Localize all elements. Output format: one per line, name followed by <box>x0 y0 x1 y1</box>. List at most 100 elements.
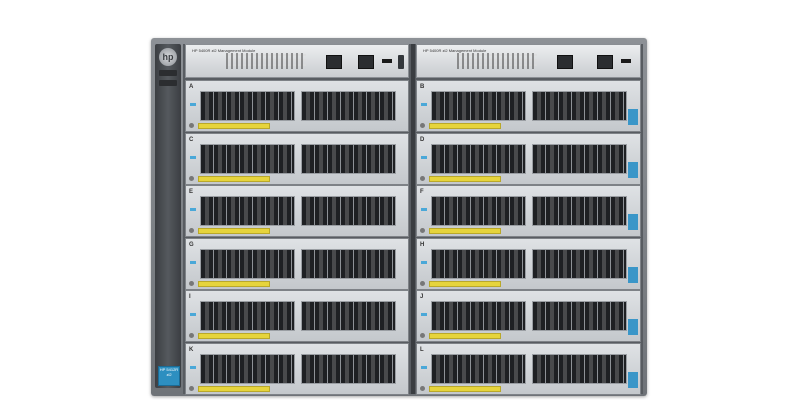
console-port[interactable] <box>358 55 374 69</box>
module-status-led-icon <box>421 365 427 369</box>
rj45-port-block[interactable] <box>301 143 396 174</box>
module-latch-icon[interactable] <box>420 175 425 181</box>
status-led-panel <box>226 53 306 69</box>
poe-tag-icon <box>628 319 638 335</box>
rj45-port-block[interactable] <box>532 248 627 279</box>
console-port[interactable] <box>597 55 613 69</box>
rj45-port-block[interactable] <box>431 353 526 384</box>
line-module: L <box>416 342 641 395</box>
module-status-led-icon <box>421 313 427 316</box>
module-label-strip <box>198 385 270 392</box>
module-label-strip <box>198 228 270 234</box>
module-latch-icon[interactable] <box>420 123 425 128</box>
module-label-strip <box>429 385 501 392</box>
slot-letter: F <box>420 189 424 195</box>
slot-letter: H <box>420 241 425 248</box>
rj45-port-block[interactable] <box>431 196 526 226</box>
slot-letter: I <box>189 294 191 300</box>
line-module: B <box>416 80 641 132</box>
rj45-port-block[interactable] <box>431 143 526 174</box>
module-latch-icon[interactable] <box>189 333 194 338</box>
rj45-port-block[interactable] <box>431 301 526 331</box>
module-label-strip <box>429 280 501 287</box>
module-latch-icon[interactable] <box>420 333 425 338</box>
slot-letter: A <box>189 84 194 90</box>
poe-tag-icon <box>628 371 638 388</box>
poe-tag-icon <box>628 214 638 230</box>
module-latch-icon[interactable] <box>189 175 194 181</box>
module-status-led-icon <box>190 155 196 159</box>
management-module-right: HP 5400R zl2 Management Module <box>416 44 641 78</box>
module-status-led-icon <box>421 155 427 159</box>
poe-tag-icon <box>628 109 638 125</box>
hp-logo: hp <box>159 48 177 66</box>
rj45-port-block[interactable] <box>301 91 396 121</box>
module-latch-icon[interactable] <box>420 385 425 391</box>
status-led-panel <box>457 53 537 69</box>
slot-letter: C <box>189 136 194 143</box>
rj45-port-block[interactable] <box>200 301 295 331</box>
rj45-port-block[interactable] <box>301 301 396 331</box>
module-status-led-icon <box>190 313 196 316</box>
rj45-port-block[interactable] <box>431 248 526 279</box>
module-label-strip <box>429 123 501 129</box>
rj45-port-block[interactable] <box>301 248 396 279</box>
rj45-port-block[interactable] <box>200 353 295 384</box>
module-latch-icon[interactable] <box>420 280 425 286</box>
module-label-strip <box>429 175 501 182</box>
module-label-strip <box>198 333 270 339</box>
rj45-port-block[interactable] <box>200 143 295 174</box>
module-latch-icon[interactable] <box>189 123 194 128</box>
management-port[interactable] <box>326 55 342 69</box>
slot-letter: L <box>420 346 424 353</box>
module-status-led-icon <box>190 260 196 264</box>
poe-tag-icon <box>628 266 638 283</box>
usb-port[interactable] <box>621 59 631 63</box>
rj45-port-block[interactable] <box>200 91 295 121</box>
line-module: A <box>185 80 409 132</box>
line-module: J <box>416 290 641 342</box>
module-status-led-icon <box>190 208 196 211</box>
slot-letter: D <box>420 136 425 143</box>
module-status-led-icon <box>421 208 427 211</box>
slot-letter: E <box>189 189 194 195</box>
module-label-strip <box>198 280 270 287</box>
module-latch-icon[interactable] <box>189 228 194 233</box>
module-latch-icon[interactable] <box>189 385 194 391</box>
chassis-side-rail <box>155 44 181 388</box>
reset-button[interactable] <box>398 55 404 69</box>
rj45-port-block[interactable] <box>200 248 295 279</box>
module-status-led-icon <box>190 103 196 106</box>
rj45-port-block[interactable] <box>532 143 627 174</box>
slot-letter: B <box>420 84 425 90</box>
module-latch-icon[interactable] <box>420 228 425 233</box>
rj45-port-block[interactable] <box>532 91 627 121</box>
rail-latch-icon <box>159 80 177 86</box>
rj45-port-block[interactable] <box>301 353 396 384</box>
rj45-port-block[interactable] <box>532 353 627 384</box>
module-latch-icon[interactable] <box>189 280 194 286</box>
slot-letter: G <box>189 241 194 248</box>
line-module: D <box>416 132 641 185</box>
module-status-led-icon <box>190 365 196 369</box>
usb-port[interactable] <box>382 59 392 63</box>
module-label-strip <box>429 228 501 234</box>
module-label-strip <box>198 123 270 129</box>
module-label-strip <box>198 175 270 182</box>
model-tag: HP 5412R zl2 <box>158 366 180 386</box>
rj45-port-block[interactable] <box>532 196 627 226</box>
rail-latch-icon <box>159 70 177 76</box>
slot-letter: K <box>189 346 194 353</box>
rj45-port-block[interactable] <box>532 301 627 331</box>
line-module: F <box>416 185 641 237</box>
rj45-port-block[interactable] <box>200 196 295 226</box>
line-module: I <box>185 290 409 342</box>
module-status-led-icon <box>421 103 427 106</box>
slot-letter: J <box>420 294 424 300</box>
rj45-port-block[interactable] <box>431 91 526 121</box>
module-status-led-icon <box>421 260 427 264</box>
rj45-port-block[interactable] <box>301 196 396 226</box>
management-port[interactable] <box>557 55 573 69</box>
line-module: H <box>416 237 641 290</box>
management-module-left: HP 5400R zl2 Management Module <box>185 44 409 78</box>
